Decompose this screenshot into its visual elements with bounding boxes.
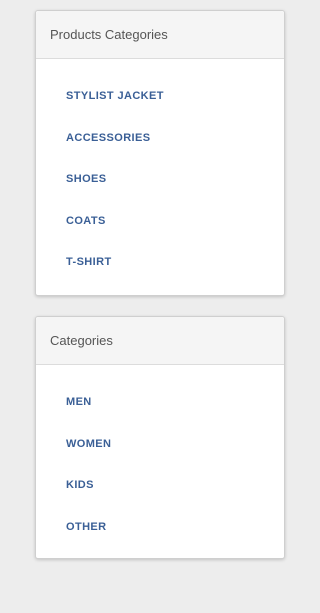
list-item: MEN [66,380,284,422]
list-item: T-SHIRT [66,240,284,282]
category-link-men[interactable]: MEN [66,396,92,408]
category-link-other[interactable]: OTHER [66,521,107,533]
category-link-women[interactable]: WOMEN [66,438,111,450]
categories-list-container: MEN WOMEN KIDS OTHER [36,365,284,546]
list-item: STYLIST JACKET [66,74,284,116]
category-link-shoes[interactable]: SHOES [66,173,107,185]
list-item: SHOES [66,157,284,199]
category-link-t-shirt[interactable]: T-SHIRT [66,256,112,268]
categories-list: MEN WOMEN KIDS OTHER [66,380,284,546]
products-categories-panel: Products Categories STYLIST JACKET ACCES… [35,10,285,296]
category-link-accessories[interactable]: ACCESSORIES [66,132,150,144]
list-item: COATS [66,199,284,241]
category-link-coats[interactable]: COATS [66,215,106,227]
list-item: WOMEN [66,422,284,464]
products-categories-list: STYLIST JACKET ACCESSORIES SHOES COATS T… [66,74,284,282]
list-item: OTHER [66,505,284,547]
category-link-stylist-jacket[interactable]: STYLIST JACKET [66,90,164,102]
products-categories-list-container: STYLIST JACKET ACCESSORIES SHOES COATS T… [36,59,284,282]
list-item: KIDS [66,463,284,505]
categories-panel: Categories MEN WOMEN KIDS OTHER [35,316,285,559]
products-categories-heading: Products Categories [36,11,284,59]
category-link-kids[interactable]: KIDS [66,479,94,491]
categories-heading: Categories [36,317,284,365]
list-item: ACCESSORIES [66,116,284,158]
